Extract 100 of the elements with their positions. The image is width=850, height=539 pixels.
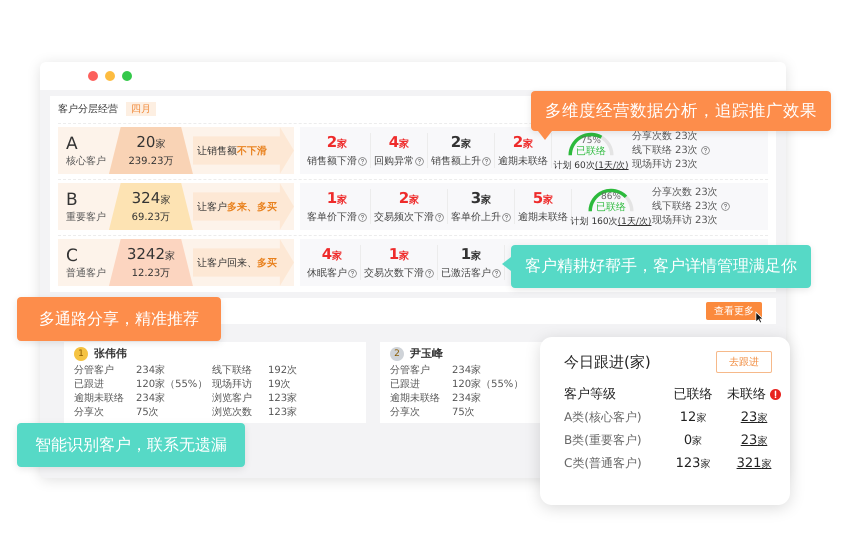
gauge-status: 已联络 (595, 202, 627, 213)
uncontacted-link[interactable]: 23家 (722, 410, 786, 425)
stat-label: 分享次 (74, 406, 105, 419)
help-icon[interactable] (358, 212, 367, 222)
plan-text: 计划 60次(1天/次) (553, 160, 629, 172)
metric-value: 2家 (326, 133, 348, 153)
metric-label: 销售额下滑 (307, 154, 357, 168)
tier-letter: B (66, 190, 79, 210)
contacted-count: 12家 (678, 410, 708, 425)
gauge-percent: 86% (600, 192, 622, 202)
stat-label: 分享次数 (632, 130, 672, 144)
metric-label: 逾期未联络 (498, 154, 548, 168)
callout-pointer (502, 257, 511, 271)
stat-value: 234家 (452, 392, 482, 405)
metric-value: 5家 (532, 189, 554, 209)
stat-value: 75次 (452, 406, 476, 419)
stat-label: 线下联络 (632, 144, 672, 158)
callout-banner: 多通路分享，精准推荐 (17, 297, 221, 341)
stat-value: 23次 (675, 130, 698, 144)
metric-value: 2家 (512, 133, 534, 153)
help-icon[interactable] (348, 268, 357, 278)
metric-label: 交易频次下滑 (374, 210, 434, 224)
stat-value: 23次 (695, 186, 718, 200)
help-icon[interactable] (415, 156, 424, 166)
stat-value: 19次 (268, 378, 292, 391)
tier-letter: C (66, 246, 79, 266)
metric-label: 客单价上升 (451, 210, 501, 224)
stat-label: 现场拜访 (652, 214, 692, 228)
stat-value: 123家 (268, 406, 298, 419)
metric-value: 1家 (388, 245, 410, 265)
help-icon[interactable] (435, 212, 444, 222)
stat-label: 线下联络 (652, 200, 692, 214)
help-icon[interactable] (720, 202, 730, 211)
stat-label: 逾期未联络 (74, 392, 125, 405)
stat-value: 120家（55%） (136, 378, 208, 391)
help-icon[interactable] (502, 212, 511, 222)
stat-label: 现场拜访 (212, 378, 253, 391)
contacted-count: 123家 (674, 456, 712, 471)
callout-banner: 智能识别客户，联系无遗漏 (17, 423, 245, 467)
metric-value: 4家 (322, 245, 342, 265)
tier-name: 重要客户 (66, 210, 107, 224)
plan-text: 计划 160次(1天/次) (570, 216, 652, 228)
metric-value: 2家 (398, 189, 420, 209)
metric-label: 客单价下滑 (307, 210, 357, 224)
customer-count: 324家 (132, 189, 170, 209)
column-header: 未联络 (727, 386, 766, 403)
help-icon[interactable] (482, 156, 491, 166)
metric-label: 交易次数下滑 (364, 266, 424, 280)
help-icon[interactable] (492, 268, 501, 278)
metric-value: 2家 (450, 133, 472, 153)
window-close-icon[interactable] (88, 71, 98, 81)
stat-label: 分管客户 (390, 364, 431, 377)
stat-label: 线下联络 (212, 364, 253, 377)
metric-label: 休眠客户 (307, 266, 347, 280)
gauge-percent: 75% (580, 136, 602, 146)
sales-amount: 69.23万 (132, 211, 170, 224)
slogan-text: 让客户多来、多买 (196, 200, 277, 214)
uncontacted-link[interactable]: 23家 (722, 433, 786, 448)
stat-value: 123家 (268, 392, 298, 405)
stat-label: 现场拜访 (632, 158, 672, 172)
stat-label: 分享次 (390, 406, 421, 419)
stat-label: 已跟进 (74, 378, 105, 391)
metric-value: 1家 (460, 245, 482, 265)
column-header: 已联络 (674, 386, 712, 403)
window-maximize-icon[interactable] (122, 71, 132, 81)
stat-value: 234家 (136, 392, 166, 405)
category-label: A类(核心客户) (564, 409, 643, 426)
column-header: 客户等级 (564, 386, 616, 403)
sales-amount: 239.23万 (128, 155, 174, 168)
stat-value: 75次 (136, 406, 160, 419)
tier-name: 核心客户 (66, 154, 107, 168)
help-icon[interactable] (358, 156, 367, 166)
stat-value: 234家 (136, 364, 166, 377)
slogan-text: 让销售额不下滑 (196, 144, 267, 158)
metric-value: 1家 (326, 189, 348, 209)
stat-label: 分享次数 (652, 186, 692, 200)
tier-name: 普通客户 (66, 266, 107, 280)
agent-name: 张伟伟 (94, 346, 127, 361)
stat-value: 234家 (452, 364, 482, 377)
agent-name: 尹玉峰 (410, 346, 443, 361)
help-icon[interactable] (425, 268, 434, 278)
rank-medal: 2 (390, 346, 404, 360)
stat-label: 逾期未联络 (390, 392, 441, 405)
uncontacted-link[interactable]: 321家 (722, 456, 786, 471)
category-label: C类(普通客户) (564, 455, 643, 472)
tier-letter: A (66, 134, 79, 154)
sales-amount: 12.23万 (132, 267, 170, 280)
metric-label: 回购异常 (374, 154, 414, 168)
stat-value: 192次 (268, 364, 298, 377)
stat-value: 23次 (695, 214, 718, 228)
customer-count: 3242家 (126, 245, 176, 265)
help-icon[interactable] (700, 146, 710, 155)
stat-label: 分管客户 (74, 364, 115, 377)
callout-banner: 客户精耕好帮手，客户详情管理满足你 (511, 245, 811, 288)
gauge-status: 已联络 (575, 146, 607, 157)
slogan-text: 让客户回来、多买 (196, 256, 277, 270)
stat-value: 23次 (675, 158, 698, 172)
category-label: B类(重要客户) (564, 432, 643, 449)
callout-pointer (538, 131, 552, 140)
stat-label: 浏览次数 (212, 406, 253, 419)
